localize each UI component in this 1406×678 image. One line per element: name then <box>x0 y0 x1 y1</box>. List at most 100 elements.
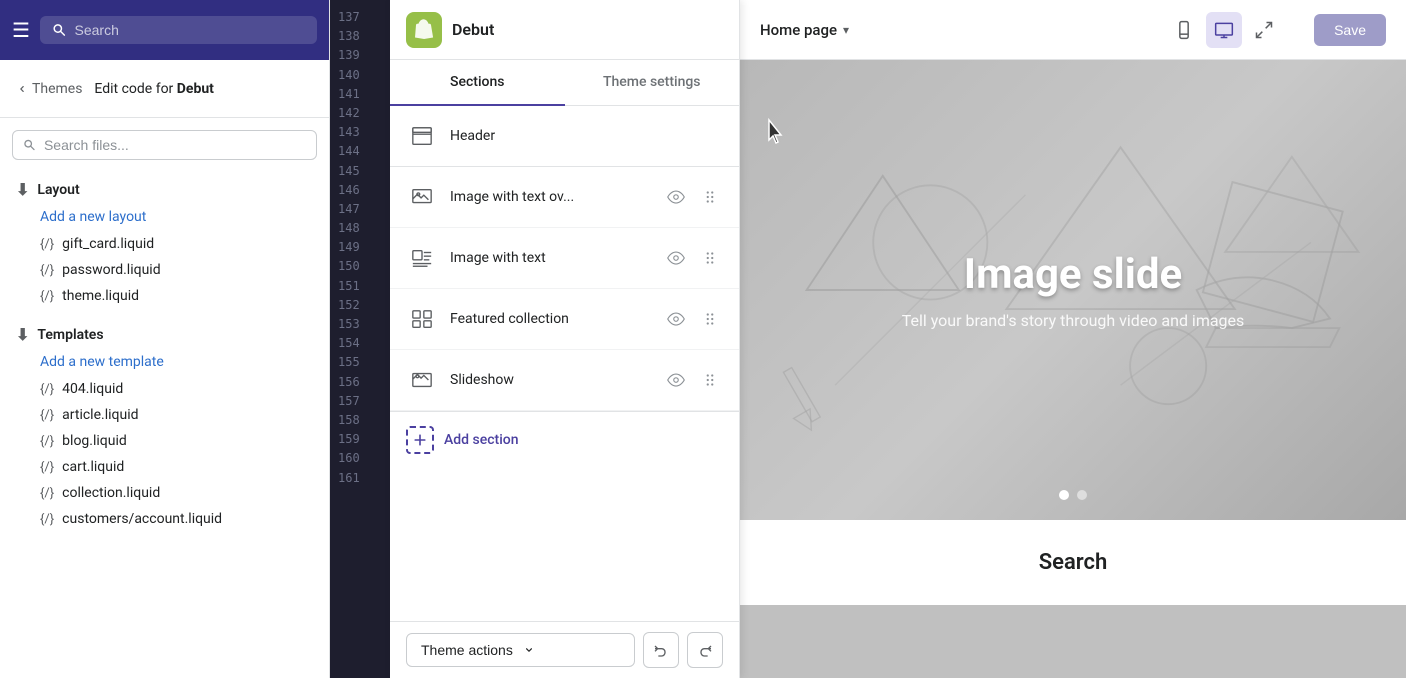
liquid-file-icon: {/} <box>40 512 54 527</box>
top-search-bar[interactable] <box>40 16 317 44</box>
fullscreen-view-btn[interactable] <box>1246 12 1282 48</box>
add-template-link[interactable]: Add a new template <box>0 348 329 376</box>
visibility-toggle-btn[interactable] <box>663 184 689 210</box>
undo-button[interactable] <box>643 632 679 668</box>
file-item[interactable]: {/} gift_card.liquid <box>0 231 329 257</box>
theme-editor-panel: Debut Sections Theme settings Header <box>390 0 740 678</box>
view-buttons <box>1166 12 1282 48</box>
page-chevron-icon: ▾ <box>843 23 849 37</box>
slide-text: Image slide Tell your brand's story thro… <box>902 250 1245 330</box>
section-actions <box>663 184 723 210</box>
liquid-file-icon: {/} <box>40 289 54 304</box>
add-section-icon <box>406 426 434 454</box>
visibility-toggle-btn[interactable] <box>663 306 689 332</box>
chevron-down-icon <box>523 644 535 656</box>
breadcrumb-current: Edit code for Debut <box>94 81 214 97</box>
section-item-featured-collection[interactable]: Featured collection <box>390 289 739 350</box>
add-section-label: Add section <box>444 432 519 448</box>
file-search-icon <box>23 138 36 152</box>
search-section-preview: Search <box>740 520 1406 605</box>
section-label: Image with text <box>450 250 651 266</box>
sidebar-content: ⬇ Layout Add a new layout {/} gift_card.… <box>0 118 329 678</box>
section-actions <box>663 306 723 332</box>
drag-handle-btn[interactable] <box>697 184 723 210</box>
add-section-row[interactable]: Add section <box>390 411 739 468</box>
drag-handle-btn[interactable] <box>697 367 723 393</box>
hamburger-icon[interactable]: ☰ <box>12 18 30 42</box>
preview-header: Home page ▾ <box>740 0 1406 60</box>
slide-dots <box>1059 490 1087 500</box>
file-item[interactable]: {/} article.liquid <box>0 402 329 428</box>
file-item[interactable]: {/} collection.liquid <box>0 480 329 506</box>
section-actions <box>663 245 723 271</box>
file-item[interactable]: {/} 404.liquid <box>0 376 329 402</box>
slide-title: Image slide <box>902 250 1245 299</box>
top-search-input[interactable] <box>75 22 305 38</box>
liquid-file-icon: {/} <box>40 237 54 252</box>
visibility-toggle-btn[interactable] <box>663 245 689 271</box>
section-label: Featured collection <box>450 311 651 327</box>
drag-handle-btn[interactable] <box>697 306 723 332</box>
section-item-slideshow[interactable]: Slideshow <box>390 350 739 411</box>
section-label: Slideshow <box>450 372 651 388</box>
add-layout-link[interactable]: Add a new layout <box>0 203 329 231</box>
tab-theme-settings[interactable]: Theme settings <box>565 60 740 106</box>
templates-section-header[interactable]: ⬇ Templates <box>0 317 329 348</box>
slideshow-icon <box>406 364 438 396</box>
visibility-toggle-btn[interactable] <box>663 367 689 393</box>
theme-editor-header: Debut <box>390 0 739 60</box>
download-icon: ⬇ <box>16 180 29 199</box>
theme-name-label: Debut <box>452 20 494 39</box>
liquid-file-icon: {/} <box>40 460 54 475</box>
download-icon-2: ⬇ <box>16 325 29 344</box>
drag-handle-btn[interactable] <box>697 245 723 271</box>
theme-actions-bar: Theme actions <box>390 621 739 678</box>
breadcrumb: Themes Edit code for Debut <box>0 60 329 118</box>
liquid-file-icon: {/} <box>40 486 54 501</box>
layout-section-header[interactable]: ⬇ Layout <box>0 172 329 203</box>
liquid-file-icon: {/} <box>40 382 54 397</box>
mobile-view-btn[interactable] <box>1166 12 1202 48</box>
featured-collection-icon <box>406 303 438 335</box>
section-item-image-text-overlay[interactable]: Image with text ov... <box>390 167 739 228</box>
desktop-view-btn[interactable] <box>1206 12 1242 48</box>
tab-sections[interactable]: Sections <box>390 60 565 106</box>
file-item[interactable]: {/} blog.liquid <box>0 428 329 454</box>
line-numbers: 137 138 139 140 141 142 143 144 145 146 … <box>330 0 390 496</box>
top-bar: ☰ <box>0 0 329 60</box>
section-item-image-text[interactable]: Image with text <box>390 228 739 289</box>
page-selector[interactable]: Home page ▾ <box>760 21 849 39</box>
preview-content: Image slide Tell your brand's story thro… <box>740 60 1406 678</box>
header-section-icon <box>406 120 438 152</box>
back-to-themes-link[interactable]: Themes <box>16 81 82 97</box>
preview-area: Home page ▾ <box>740 0 1406 678</box>
sections-list: Header Image with text ov... <box>390 106 739 621</box>
file-item[interactable]: {/} customers/account.liquid <box>0 506 329 532</box>
liquid-file-icon: {/} <box>40 263 54 278</box>
code-editor-panel: 137 138 139 140 141 142 143 144 145 146 … <box>330 0 390 678</box>
chevron-left-icon <box>16 83 28 95</box>
tabs-row: Sections Theme settings <box>390 60 739 106</box>
image-text-overlay-icon <box>406 181 438 213</box>
slide-subtitle: Tell your brand's story through video an… <box>902 311 1245 330</box>
sidebar: ☰ Themes Edit code for Debut <box>0 0 330 678</box>
slide-dot-2[interactable] <box>1077 490 1087 500</box>
shopify-logo <box>406 12 442 48</box>
file-item[interactable]: {/} cart.liquid <box>0 454 329 480</box>
file-search-input[interactable] <box>44 137 306 153</box>
theme-actions-button[interactable]: Theme actions <box>406 633 635 667</box>
slide-dot-1[interactable] <box>1059 490 1069 500</box>
liquid-file-icon: {/} <box>40 434 54 449</box>
file-item[interactable]: {/} theme.liquid <box>0 283 329 309</box>
header-section-label: Header <box>450 128 723 144</box>
themes-link-label: Themes <box>32 81 82 97</box>
slideshow-preview: Image slide Tell your brand's story thro… <box>740 60 1406 520</box>
liquid-file-icon: {/} <box>40 408 54 423</box>
file-item[interactable]: {/} password.liquid <box>0 257 329 283</box>
section-label: Image with text ov... <box>450 189 651 205</box>
section-actions <box>663 367 723 393</box>
header-section-item[interactable]: Header <box>390 106 739 167</box>
file-search-bar[interactable] <box>12 130 317 160</box>
save-button[interactable]: Save <box>1314 14 1386 46</box>
redo-button[interactable] <box>687 632 723 668</box>
